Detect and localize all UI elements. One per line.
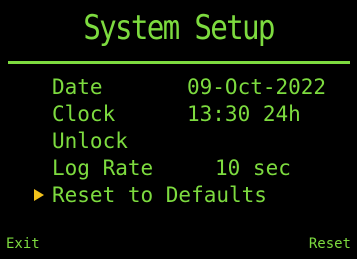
- title-divider: [8, 61, 350, 64]
- menu-item-date[interactable]: Date 09-Oct-2022: [0, 74, 357, 100]
- menu-item-unlock[interactable]: Unlock: [0, 128, 357, 154]
- menu-item-reset-to-defaults[interactable]: Reset to Defaults: [0, 182, 357, 208]
- exit-softkey[interactable]: Exit: [6, 235, 40, 253]
- screen-title: System Setup: [83, 8, 275, 48]
- menu-item-label: Date: [52, 75, 103, 99]
- log-rate-value: 10 sec: [215, 156, 291, 180]
- menu-item-label: Clock: [52, 102, 116, 126]
- date-value: 09-Oct-2022: [187, 75, 327, 99]
- reset-softkey[interactable]: Reset: [309, 235, 351, 253]
- clock-value: 13:30 24h: [187, 102, 301, 126]
- menu-item-log-rate[interactable]: Log Rate 10 sec: [0, 155, 357, 181]
- selection-cursor-icon: [34, 189, 44, 201]
- menu-item-label: Unlock: [52, 129, 128, 153]
- menu-item-clock[interactable]: Clock 13:30 24h: [0, 101, 357, 127]
- device-screen: System Setup Date 09-Oct-2022 Clock 13:3…: [0, 0, 357, 259]
- menu-item-label: Log Rate: [52, 156, 154, 180]
- menu-item-label: Reset to Defaults: [52, 183, 267, 207]
